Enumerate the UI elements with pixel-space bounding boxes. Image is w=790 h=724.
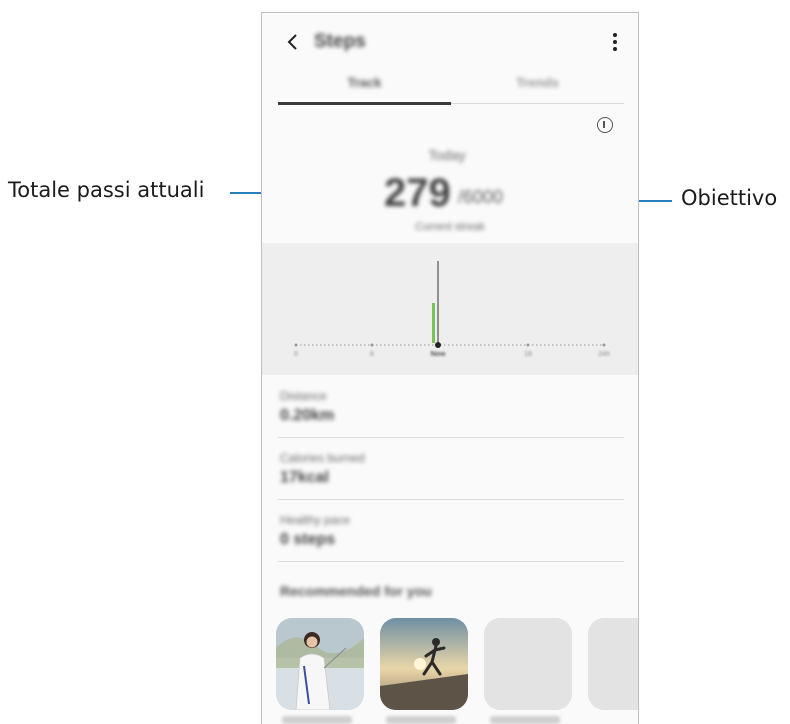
axis-point (370, 343, 374, 347)
tab-indicator (278, 102, 451, 105)
stat-healthy-pace[interactable]: Healthy pace 0 steps (278, 499, 624, 562)
recommended-card-placeholder[interactable] (588, 618, 638, 710)
fencing-image-icon (276, 618, 364, 710)
more-options-icon[interactable] (612, 33, 618, 51)
stat-distance[interactable]: Distance 0.20km (278, 375, 624, 438)
stat-calories[interactable]: Calories burned 17kcal (278, 437, 624, 500)
axis-point (294, 343, 298, 347)
tab-trends[interactable]: Trends (451, 75, 624, 90)
running-image-icon (380, 618, 468, 710)
recommended-cards (276, 618, 638, 724)
page-title: Steps (314, 31, 366, 52)
axis-tick-label: 6 (370, 351, 374, 358)
stat-label: Healthy pace (280, 513, 351, 527)
recommended-card-placeholder[interactable] (484, 618, 572, 710)
app-bar: Steps (262, 13, 638, 71)
axis-point (526, 343, 530, 347)
stat-label: Calories burned (280, 451, 365, 465)
steps-goal[interactable]: /6000 (458, 187, 503, 208)
tab-bar: Track Trends (278, 71, 624, 105)
stat-value: 17kcal (280, 469, 329, 486)
callout-goal-label: Obiettivo (681, 186, 778, 210)
info-icon[interactable] (597, 117, 613, 133)
today-label: Today (428, 147, 466, 163)
axis-tick-label: 24h (598, 351, 610, 358)
steps-caption: Current streak (415, 221, 485, 233)
recommended-card-fencing[interactable] (276, 618, 364, 710)
steps-bar (432, 303, 435, 343)
phone-screen: Steps Track Trends Today 279 /6000 Curre… (261, 12, 639, 724)
axis-tick-label: Now (431, 351, 446, 358)
stat-value: 0.20km (280, 407, 335, 424)
now-dot (435, 342, 441, 348)
back-arrow-icon[interactable] (284, 31, 302, 53)
recommended-title: Recommended for you (280, 583, 432, 599)
callout-current-steps-label: Totale passi attuali (8, 178, 205, 202)
axis-point (602, 343, 606, 347)
daily-steps-chart: 0 6 Now 18 24h (262, 243, 638, 375)
recommended-card-running[interactable] (380, 618, 468, 710)
stat-value: 0 steps (280, 531, 336, 548)
tab-track[interactable]: Track (278, 75, 451, 90)
stat-label: Distance (280, 389, 327, 403)
current-steps-count: 279 (384, 171, 451, 215)
daily-steps-chart-svg: 0 6 Now 18 24h (294, 261, 610, 358)
axis-tick-label: 18 (524, 351, 532, 358)
axis-tick-label: 0 (294, 351, 298, 358)
